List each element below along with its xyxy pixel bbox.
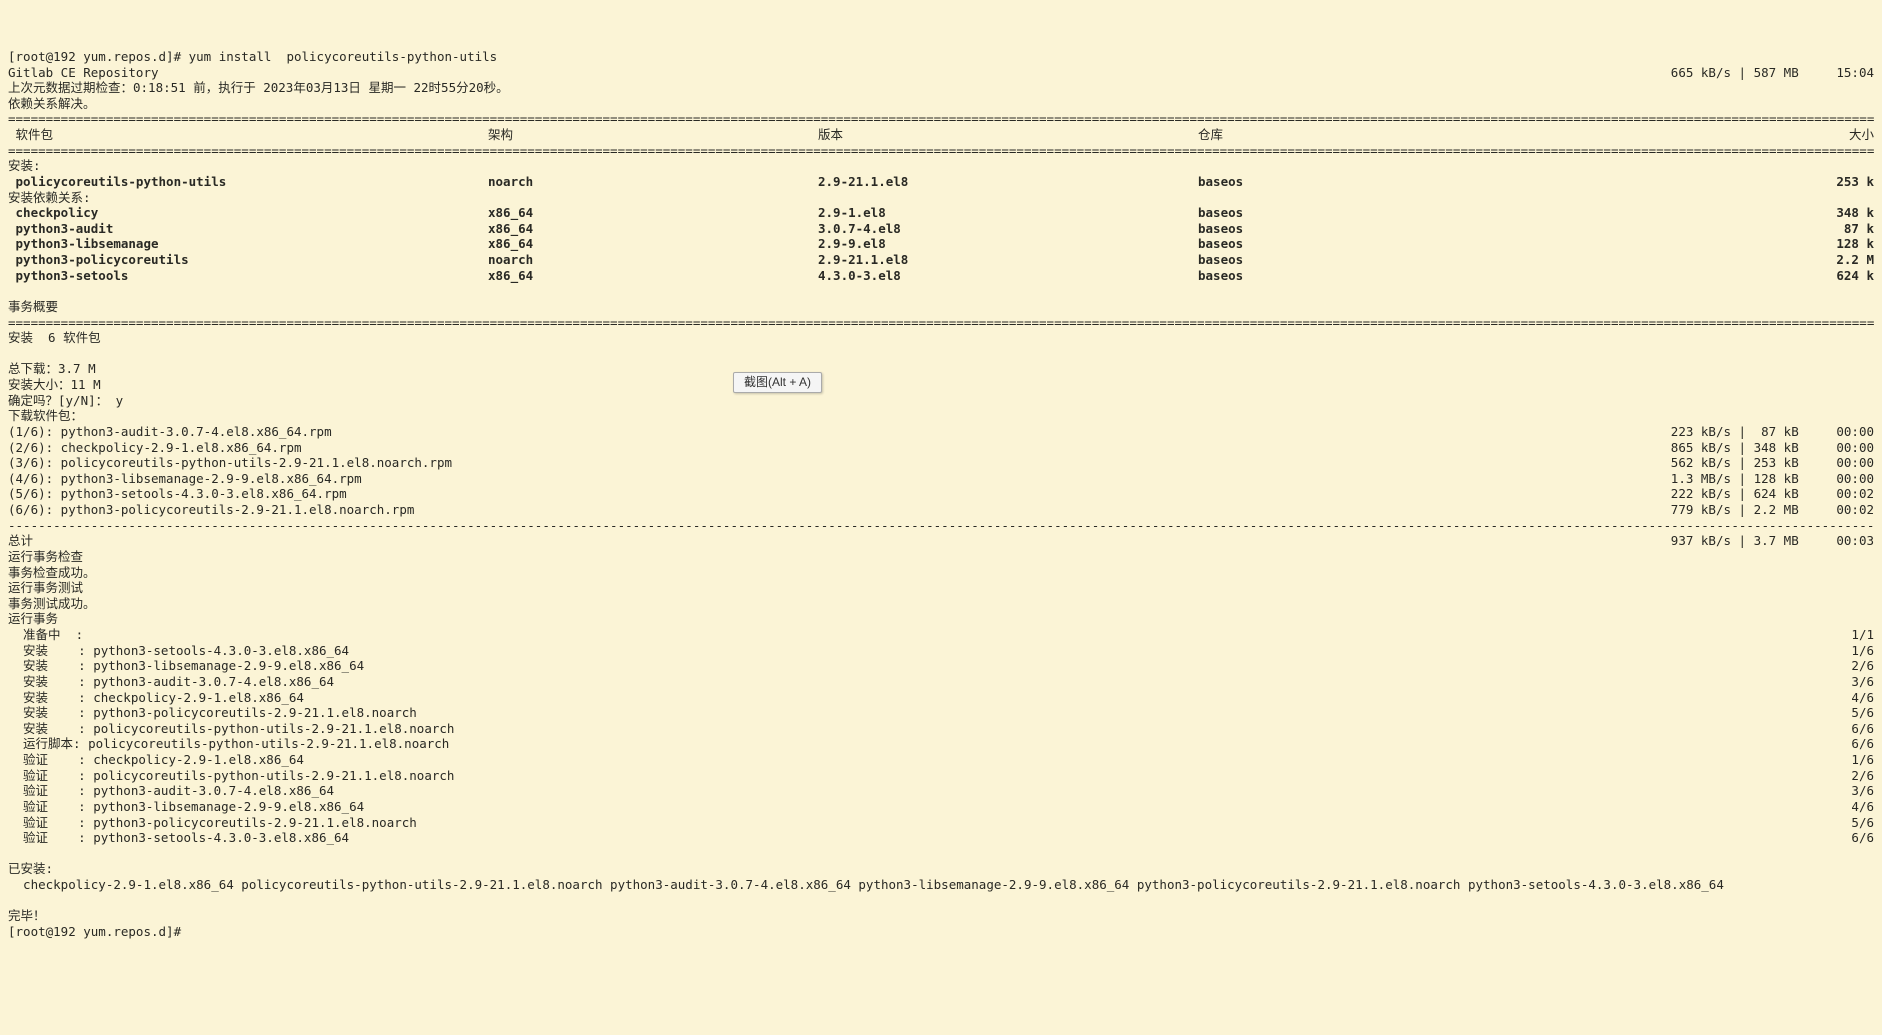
downloading-label: 下载软件包： (8, 408, 83, 423)
step-row: 验证 : python3-libsemanage-2.9-9.el8.x86_6… (8, 799, 1874, 815)
download-row: (3/6): policycoreutils-python-utils-2.9-… (8, 455, 1874, 471)
install-size: 安装大小：11 M (8, 377, 101, 392)
download-row: (1/6): python3-audit-3.0.7-4.el8.x86_64.… (8, 424, 1874, 440)
step-row: 验证 : python3-setools-4.3.0-3.el8.x86_646… (8, 830, 1874, 846)
step-row: 安装 : python3-policycoreutils-2.9-21.1.el… (8, 705, 1874, 721)
terminal-output[interactable]: [root@192 yum.repos.d]# yum install poli… (8, 49, 1874, 940)
divider: ========================================… (8, 315, 1874, 331)
transaction-line: 运行事务检查 (8, 549, 1874, 565)
col-repo: 仓库 (1198, 127, 1518, 143)
package-row: checkpolicyx86_642.9-1.el8baseos348 k (8, 205, 1874, 221)
download-row: (2/6): checkpolicy-2.9-1.el8.x86_64.rpm8… (8, 440, 1874, 456)
total-row: 总计937 kB/s | 3.7 MB 00:03 (8, 533, 1874, 549)
download-row: (4/6): python3-libsemanage-2.9-9.el8.x86… (8, 471, 1874, 487)
divider: ----------------------------------------… (8, 518, 1874, 534)
divider: ========================================… (8, 111, 1874, 127)
transaction-line: 运行事务 (8, 611, 1874, 627)
shell-prompt[interactable]: [root@192 yum.repos.d]# (8, 924, 189, 939)
repo-stats: 665 kB/s | 587 MB 15:04 (1671, 65, 1874, 81)
step-row: 安装 : checkpolicy-2.9-1.el8.x86_644/6 (8, 690, 1874, 706)
table-header: 软件包架构版本仓库大小 (8, 127, 1874, 143)
package-row: python3-setoolsx86_644.3.0-3.el8baseos62… (8, 268, 1874, 284)
step-row: 验证 : python3-audit-3.0.7-4.el8.x86_643/6 (8, 783, 1874, 799)
transaction-line: 事务检查成功。 (8, 565, 1874, 581)
transaction-line: 事务测试成功。 (8, 596, 1874, 612)
package-row: python3-auditx86_643.0.7-4.el8baseos87 k (8, 221, 1874, 237)
install-count: 安装 6 软件包 (8, 330, 101, 345)
metadata-check: 上次元数据过期检查：0:18:51 前，执行于 2023年03月13日 星期一 … (8, 80, 509, 95)
col-ver: 版本 (818, 127, 1198, 143)
col-arch: 架构 (488, 127, 818, 143)
step-row: 验证 : python3-policycoreutils-2.9-21.1.el… (8, 815, 1874, 831)
divider: ========================================… (8, 143, 1874, 159)
step-row: 运行脚本: policycoreutils-python-utils-2.9-2… (8, 736, 1874, 752)
step-row: 安装 : policycoreutils-python-utils-2.9-21… (8, 721, 1874, 737)
install-label: 安装: (8, 158, 41, 173)
confirm-prompt: 确定吗？[y/N]： y (8, 393, 123, 408)
step-row: 安装 : python3-audit-3.0.7-4.el8.x86_643/6 (8, 674, 1874, 690)
done-label: 完毕！ (8, 908, 46, 923)
command-line: [root@192 yum.repos.d]# yum install poli… (8, 49, 497, 64)
step-row: 验证 : policycoreutils-python-utils-2.9-21… (8, 768, 1874, 784)
installed-list: checkpolicy-2.9-1.el8.x86_64 policycoreu… (8, 877, 1724, 892)
dep-install-label: 安装依赖关系: (8, 190, 91, 205)
col-pkg: 软件包 (8, 127, 488, 143)
summary-label: 事务概要 (8, 299, 58, 314)
installed-label: 已安装: (8, 861, 53, 876)
step-row: 准备中 :1/1 (8, 627, 1874, 643)
download-row: (6/6): python3-policycoreutils-2.9-21.1.… (8, 502, 1874, 518)
dep-resolved: 依赖关系解决。 (8, 96, 96, 111)
package-row: python3-libsemanagex86_642.9-9.el8baseos… (8, 236, 1874, 252)
transaction-line: 运行事务测试 (8, 580, 1874, 596)
download-row: (5/6): python3-setools-4.3.0-3.el8.x86_6… (8, 486, 1874, 502)
step-row: 安装 : python3-setools-4.3.0-3.el8.x86_641… (8, 643, 1874, 659)
screenshot-tooltip: 截图(Alt + A) (733, 372, 822, 393)
package-row: policycoreutils-python-utilsnoarch2.9-21… (8, 174, 1874, 190)
repo-name: Gitlab CE Repository (8, 65, 1671, 81)
package-row: python3-policycoreutilsnoarch2.9-21.1.el… (8, 252, 1874, 268)
total-download: 总下载：3.7 M (8, 361, 96, 376)
step-row: 安装 : python3-libsemanage-2.9-9.el8.x86_6… (8, 658, 1874, 674)
col-size: 大小 (1518, 127, 1874, 143)
step-row: 验证 : checkpolicy-2.9-1.el8.x86_641/6 (8, 752, 1874, 768)
